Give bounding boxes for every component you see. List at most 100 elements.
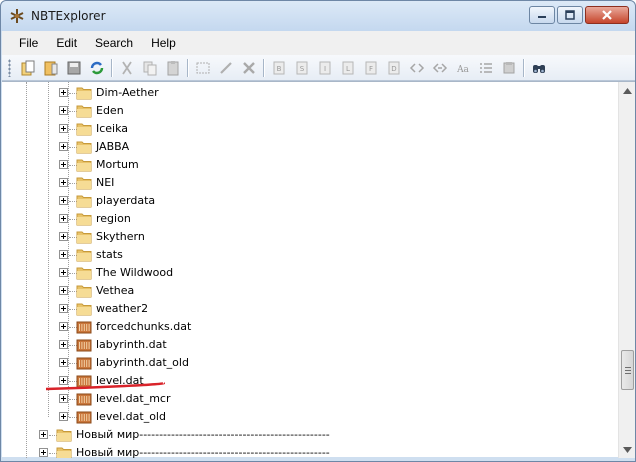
tree-folder-node[interactable]: JABBA xyxy=(2,138,602,156)
tree-node-label: JABBA xyxy=(96,140,130,153)
add-byte-icon: B xyxy=(273,61,284,74)
expand-toggle[interactable] xyxy=(59,124,68,133)
expand-toggle[interactable] xyxy=(59,88,68,97)
tree-folder-node[interactable]: weather2 xyxy=(2,300,602,318)
expand-toggle[interactable] xyxy=(59,358,68,367)
nbt-file-icon xyxy=(76,357,92,370)
tree-folder-node[interactable]: Iceika xyxy=(2,120,602,138)
expand-toggle[interactable] xyxy=(59,412,68,421)
tree-folder-node[interactable]: Dim-Aether xyxy=(2,84,602,102)
expand-toggle[interactable] xyxy=(59,250,68,259)
save-button[interactable] xyxy=(62,57,85,79)
expand-toggle[interactable] xyxy=(59,178,68,187)
tree-file-node[interactable]: forcedchunks.dat xyxy=(2,318,602,336)
minimize-button[interactable] xyxy=(529,6,555,24)
expand-toggle[interactable] xyxy=(59,142,68,151)
thumb-grip-line xyxy=(625,373,631,374)
tree-folder-node[interactable]: Vethea xyxy=(2,282,602,300)
folder-icon xyxy=(76,123,92,136)
add-int-button[interactable]: I xyxy=(313,57,336,79)
add-compound-button[interactable] xyxy=(497,57,520,79)
expand-toggle[interactable] xyxy=(59,232,68,241)
add-float-button[interactable]: F xyxy=(359,57,382,79)
folder-icon xyxy=(76,87,92,100)
expand-toggle[interactable] xyxy=(39,430,48,439)
minimize-icon xyxy=(538,16,546,18)
folder-icon xyxy=(56,429,72,442)
expand-toggle[interactable] xyxy=(59,286,68,295)
tree-node-label: level.dat_mcr xyxy=(96,392,171,405)
tree-folder-node[interactable]: The Wildwood xyxy=(2,264,602,282)
add-int-array-button[interactable] xyxy=(428,57,451,79)
edit-value-button[interactable] xyxy=(214,57,237,79)
scroll-down-button[interactable] xyxy=(619,441,636,458)
add-long-button[interactable]: L xyxy=(336,57,359,79)
open-file-button[interactable] xyxy=(39,57,62,79)
tree-node-label: stats xyxy=(96,248,123,261)
delete-button[interactable] xyxy=(237,57,260,79)
expand-toggle[interactable] xyxy=(59,160,68,169)
add-byte-button[interactable]: B xyxy=(267,57,290,79)
nbt-file-icon xyxy=(76,411,92,424)
expand-toggle[interactable] xyxy=(39,448,48,457)
add-double-button[interactable]: D xyxy=(382,57,405,79)
expand-toggle[interactable] xyxy=(59,214,68,223)
tree-node-label: forcedchunks.dat xyxy=(96,320,192,333)
title-bar[interactable]: NBTExplorer xyxy=(1,1,635,31)
scrollbar-thumb[interactable] xyxy=(621,350,634,390)
tree-folder-node[interactable]: Новый мир-------------------------------… xyxy=(2,444,602,458)
menu-edit[interactable]: Edit xyxy=(47,31,86,55)
add-short-button[interactable]: S xyxy=(290,57,313,79)
refresh-button[interactable] xyxy=(85,57,108,79)
find-button[interactable] xyxy=(527,57,550,79)
add-int-array-icon xyxy=(432,62,447,73)
copy-button[interactable] xyxy=(138,57,161,79)
add-byte-array-button[interactable] xyxy=(405,57,428,79)
folder-icon xyxy=(76,249,92,262)
tree-file-node[interactable]: level.dat_mcr xyxy=(2,390,602,408)
toolbar-separator xyxy=(263,58,264,77)
expand-toggle[interactable] xyxy=(59,196,68,205)
tree-file-node[interactable]: level.dat_old xyxy=(2,408,602,426)
folder-icon xyxy=(76,177,92,190)
tree-folder-node[interactable]: Mortum xyxy=(2,156,602,174)
rename-button[interactable] xyxy=(191,57,214,79)
scroll-up-button[interactable] xyxy=(619,82,636,99)
nbt-tree[interactable]: Dim-Aether Eden Iceika JABBA Mortum NEI player… xyxy=(2,82,616,458)
add-list-button[interactable] xyxy=(474,57,497,79)
expand-toggle[interactable] xyxy=(59,304,68,313)
tree-node-label: Skythern xyxy=(96,230,145,243)
tree-view-pane[interactable]: Dim-Aether Eden Iceika JABBA Mortum NEI player… xyxy=(2,81,635,458)
expand-toggle[interactable] xyxy=(59,340,68,349)
tree-folder-node[interactable]: region xyxy=(2,210,602,228)
cut-button[interactable] xyxy=(115,57,138,79)
tree-folder-node[interactable]: Новый мир-------------------------------… xyxy=(2,426,602,444)
paste-button[interactable] xyxy=(161,57,184,79)
menu-file[interactable]: File xyxy=(10,31,47,55)
maximize-button[interactable] xyxy=(557,6,583,24)
open-folder-button[interactable] xyxy=(16,57,39,79)
menu-help[interactable]: Help xyxy=(142,31,185,55)
tree-folder-node[interactable]: Eden xyxy=(2,102,602,120)
tree-folder-node[interactable]: stats xyxy=(2,246,602,264)
tree-folder-node[interactable]: playerdata xyxy=(2,192,602,210)
expand-toggle[interactable] xyxy=(59,394,68,403)
menu-search[interactable]: Search xyxy=(86,31,142,55)
tree-node-label: Новый мир-------------------------------… xyxy=(76,428,330,441)
tree-folder-node[interactable]: NEI xyxy=(2,174,602,192)
red-annotation-line xyxy=(45,382,165,391)
tree-node-label: Dim-Aether xyxy=(96,86,159,99)
tree-folder-node[interactable]: Skythern xyxy=(2,228,602,246)
tree-file-node[interactable]: labyrinth.dat xyxy=(2,336,602,354)
toolbar: B S I L F D Aa xyxy=(2,55,635,81)
vertical-scrollbar[interactable] xyxy=(618,82,635,458)
folder-icon xyxy=(76,105,92,118)
expand-toggle[interactable] xyxy=(59,322,68,331)
close-button[interactable] xyxy=(585,6,629,24)
toolbar-grip[interactable] xyxy=(8,58,11,77)
expand-toggle[interactable] xyxy=(59,106,68,115)
find-icon xyxy=(532,64,545,73)
add-string-button[interactable]: Aa xyxy=(451,57,474,79)
expand-toggle[interactable] xyxy=(59,268,68,277)
tree-file-node[interactable]: labyrinth.dat_old xyxy=(2,354,602,372)
